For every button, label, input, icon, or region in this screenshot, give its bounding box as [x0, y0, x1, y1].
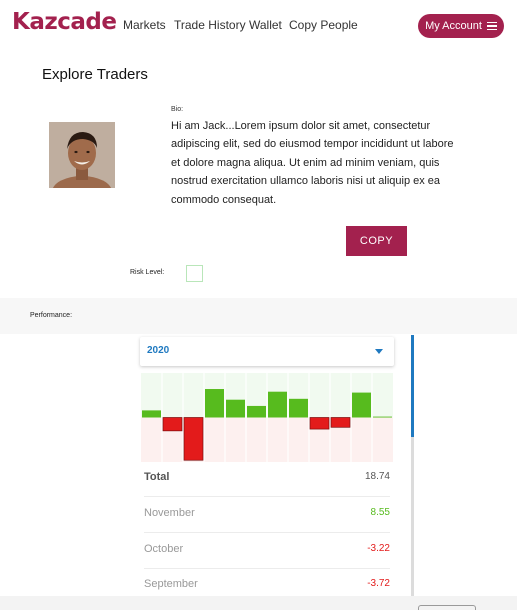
year-dropdown[interactable]: 2020	[140, 337, 394, 366]
table-row[interactable]: October -3.22	[144, 533, 390, 569]
monthly-returns-chart	[141, 373, 393, 462]
total-label: Total	[144, 471, 170, 483]
bio-text: Hi am Jack...Lorem ipsum dolor sit amet,…	[171, 120, 454, 206]
copy-button[interactable]: COPY	[346, 226, 407, 256]
scrollbar-thumb[interactable]	[411, 335, 414, 437]
chart-bar-9	[309, 417, 330, 430]
month-value: 8.55	[370, 507, 390, 518]
bio-label: Bio:	[171, 106, 184, 113]
risk-level-indicator	[186, 265, 203, 282]
chart-bar-3	[183, 417, 204, 461]
year-dropdown-value: 2020	[147, 345, 170, 356]
total-value: 18.74	[364, 471, 390, 482]
page-title: Explore Traders	[42, 66, 148, 83]
chart-bar-8	[289, 398, 308, 418]
trader-avatar	[49, 122, 115, 188]
performance-label: Performance:	[30, 312, 73, 319]
month-value: -3.22	[367, 543, 390, 554]
chart-bar-12	[373, 416, 392, 418]
month-label: October	[144, 543, 184, 555]
footer-tab[interactable]	[418, 605, 476, 610]
chart-bar-4	[205, 389, 224, 418]
my-account-button[interactable]: My Account	[418, 14, 504, 38]
nav-link-wallet[interactable]: Wallet	[249, 18, 282, 32]
top-nav: Kazcade Markets Trade History Wallet Cop…	[0, 0, 517, 52]
chart-bar-5	[226, 399, 245, 418]
chart-bar-11	[352, 392, 371, 418]
month-label: November	[144, 507, 195, 519]
table-row-total: Total 18.74	[144, 461, 390, 497]
month-label: September	[144, 578, 198, 590]
trader-portrait-image	[49, 122, 115, 188]
chart-bar-6	[247, 405, 266, 418]
chart-bar-2	[162, 417, 183, 432]
nav-link-copy-people[interactable]: Copy People	[289, 18, 358, 32]
logo[interactable]: Kazcade	[12, 9, 117, 35]
nav-link-markets[interactable]: Markets	[123, 18, 166, 32]
chart-bar-10	[330, 417, 351, 428]
performance-header: Performance:	[0, 298, 517, 334]
table-row[interactable]: November 8.55	[144, 497, 390, 533]
caret-down-icon	[375, 349, 383, 354]
chart-bar-1	[142, 410, 161, 418]
month-value: -3.72	[367, 578, 390, 589]
risk-level-label: Risk Level:	[130, 269, 165, 276]
chart-bar-7	[268, 391, 287, 418]
nav-link-trade-history[interactable]: Trade History	[174, 18, 246, 32]
my-account-label: My Account	[425, 20, 482, 32]
hamburger-menu-icon	[486, 22, 497, 30]
